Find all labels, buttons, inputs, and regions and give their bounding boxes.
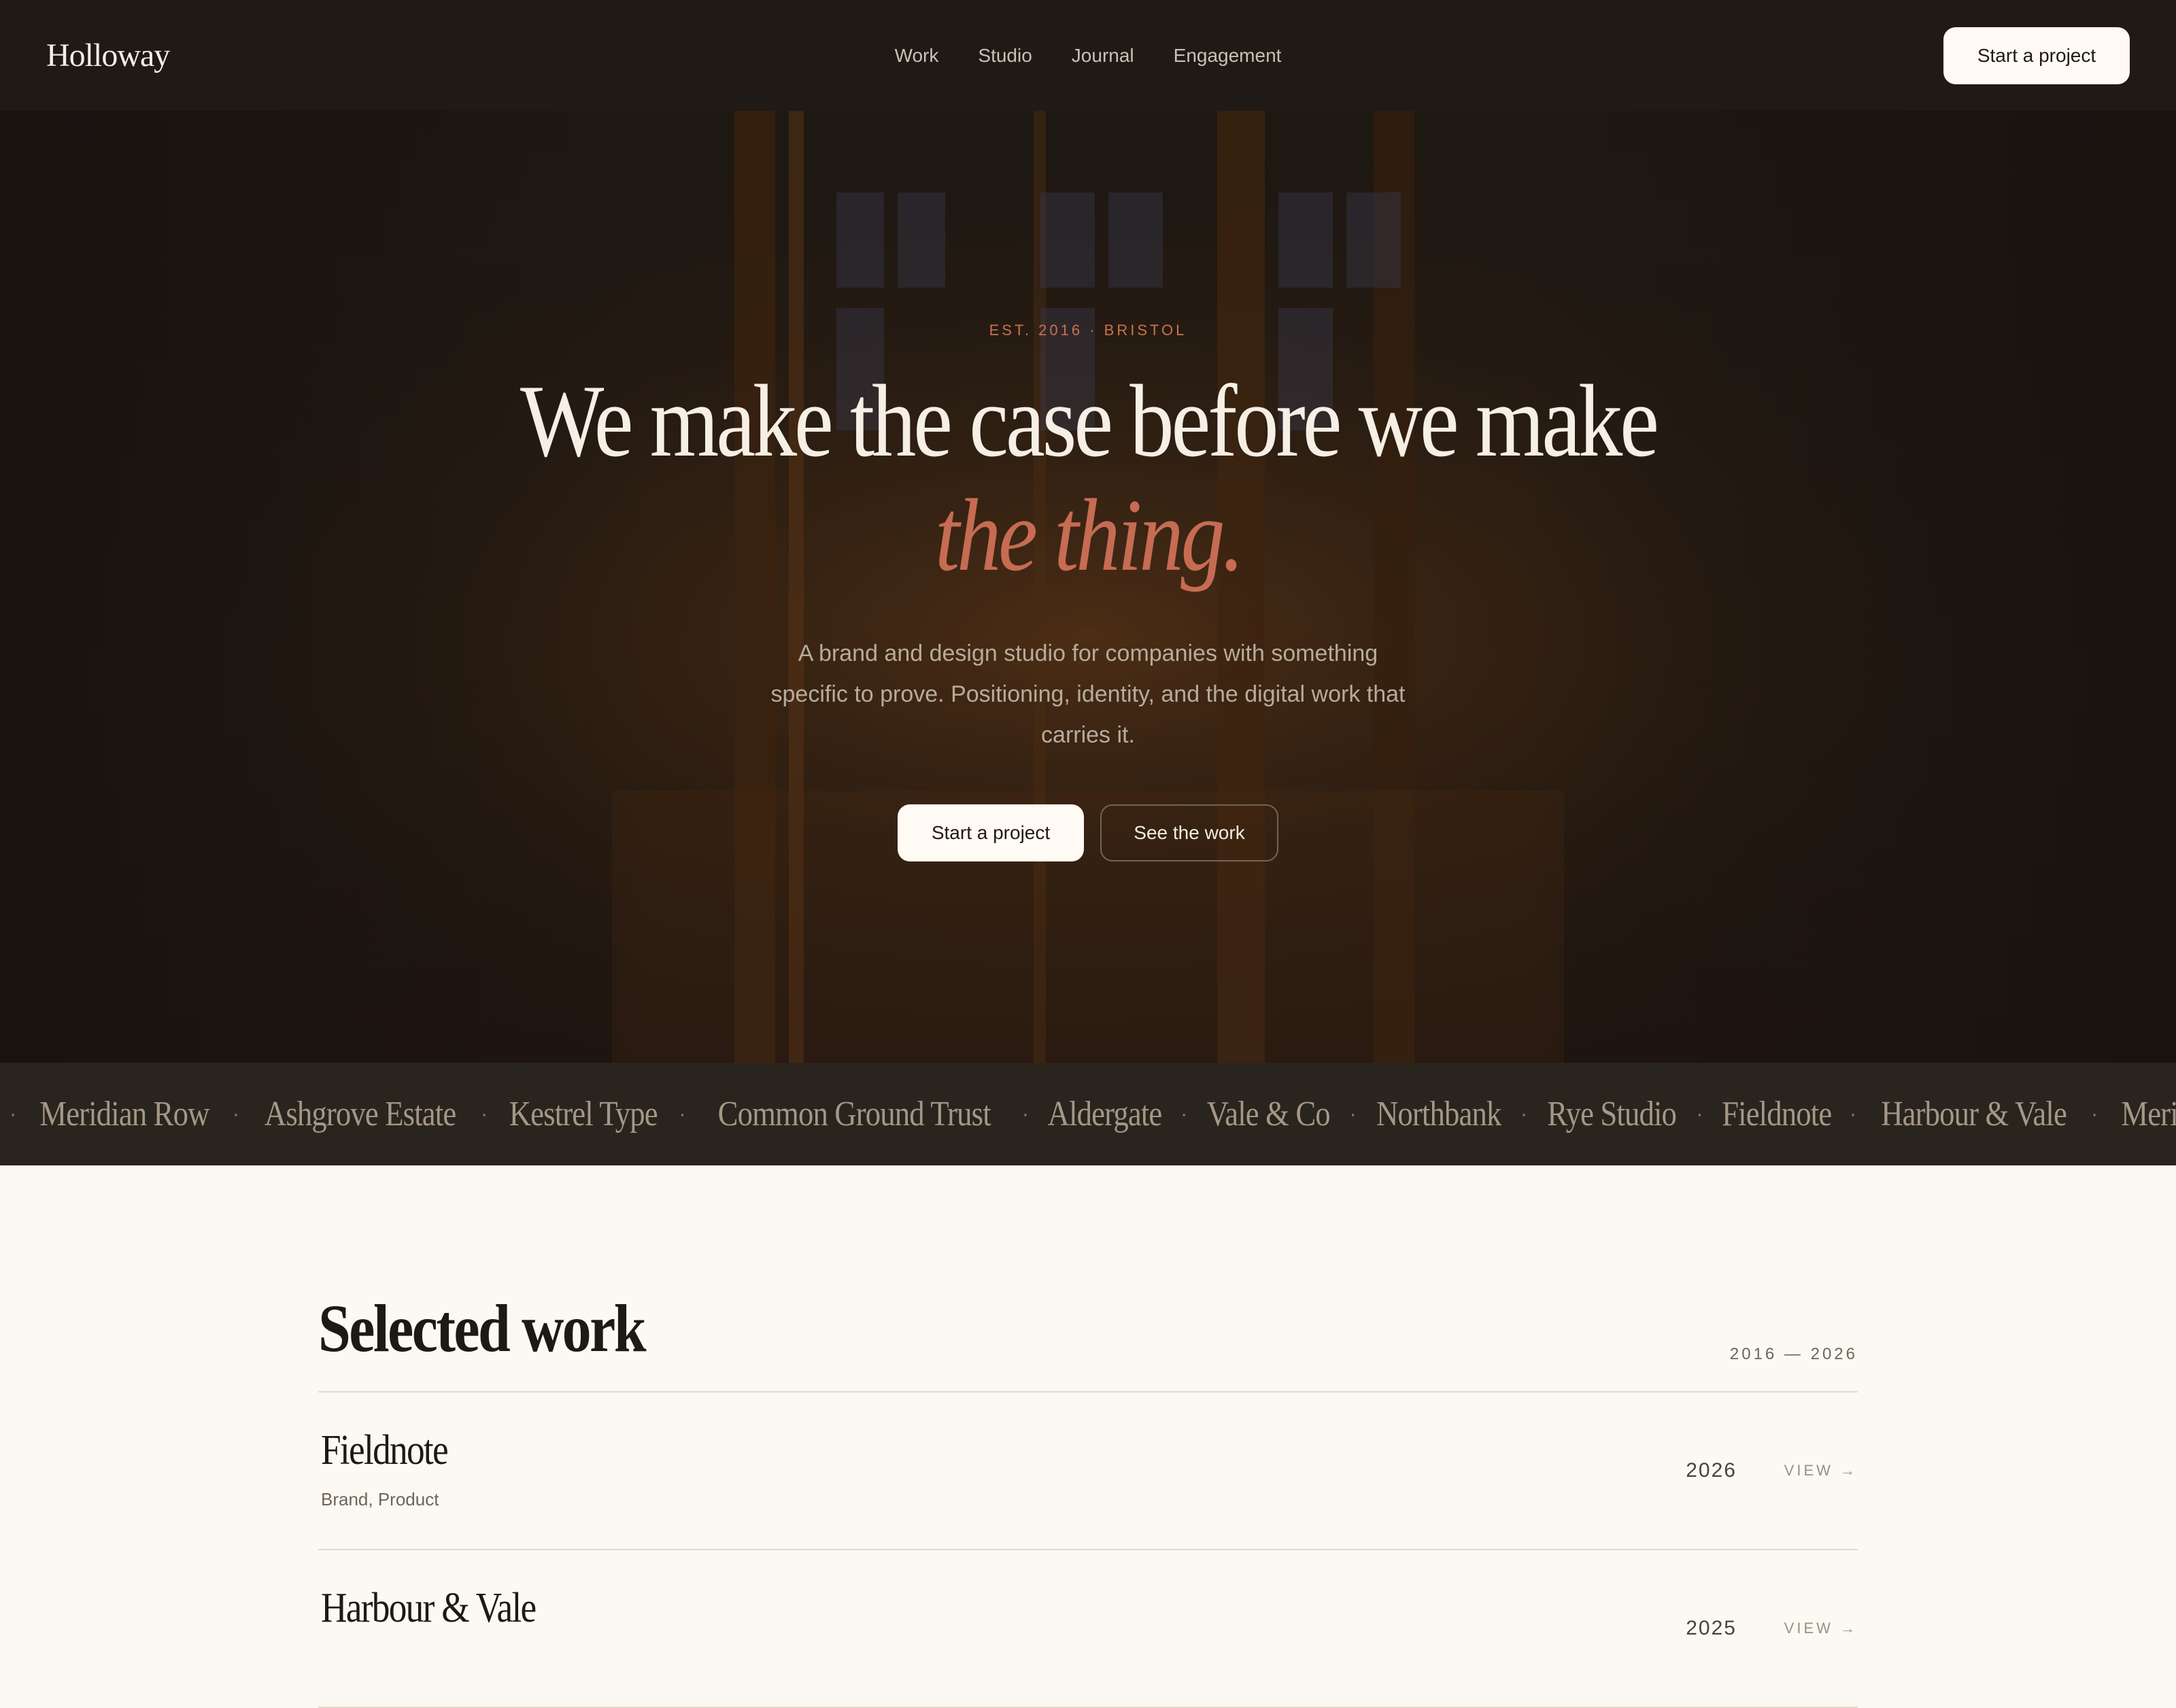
hero-cta-group: Start a project See the work [898,804,1278,861]
nav-start-project-button[interactable]: Start a project [1943,27,2130,84]
hero-see-work-button[interactable]: See the work [1100,804,1278,861]
project-year: 2026 [1686,1459,1737,1482]
separator-dot: · [1021,1102,1029,1125]
hero-headline-main: We make the case before we make [520,364,1659,478]
client-name: Harbour & Vale [1881,1095,2067,1133]
hero-headline: We make the case before we make the thin… [520,364,1659,592]
project-view-link[interactable]: VIEW → [1784,1620,1858,1637]
logo[interactable]: Holloway [46,37,170,74]
project-tags: Brand, Product [321,1489,439,1509]
client-marquee-track: · Meridian Row · Ashgrove Estate · Kestr… [0,1094,2176,1134]
separator-dot: · [1520,1102,1527,1125]
nav-link-work[interactable]: Work [895,45,939,67]
client-name: Meridian Row [2121,1095,2176,1133]
hero-content: EST. 2016 · BRISTOL We make the case bef… [0,111,2176,861]
hero: EST. 2016 · BRISTOL We make the case bef… [0,111,2176,1063]
hero-subtitle: A brand and design studio for companies … [770,640,1406,748]
primary-nav: Work Studio Journal Engagement [0,0,2176,111]
selected-work-header: Selected work 2016 — 2026 [318,1289,1858,1393]
selected-work-title: Selected work [318,1291,647,1366]
hero-headline-accent: the thing. [934,478,1244,592]
project-year: 2025 [1686,1617,1737,1639]
hero-eyebrow: EST. 2016 · BRISTOL [989,322,1187,339]
separator-dot: · [1349,1102,1357,1125]
separator-dot: · [1696,1102,1703,1125]
client-name: Common Ground Trust [717,1095,991,1133]
top-nav: Holloway Work Studio Journal Engagement … [0,0,2176,111]
client-name: Vale & Co [1206,1095,1331,1133]
nav-link-journal[interactable]: Journal [1072,45,1134,67]
separator-dot: · [679,1102,686,1125]
client-marquee: · Meridian Row · Ashgrove Estate · Kestr… [0,1063,2176,1165]
project-name[interactable]: Harbour & Vale [321,1584,537,1633]
client-name: Ashgrove Estate [264,1095,456,1133]
separator-dot: · [1849,1102,1856,1125]
separator-dot: · [2091,1102,2098,1125]
client-name: Aldergate [1047,1095,1163,1133]
selected-work-section: Selected work 2016 — 2026 Fieldnote Bran… [318,1165,1858,1708]
client-name: Fieldnote [1721,1095,1832,1133]
separator-dot: · [481,1102,488,1125]
separator-dot: · [10,1102,16,1125]
project-row[interactable]: Harbour & Vale 2025 VIEW → [318,1550,1858,1708]
separator-dot: · [232,1102,239,1125]
project-view-link[interactable]: VIEW → [1784,1462,1858,1480]
separator-dot: · [1180,1102,1188,1125]
nav-link-engagement[interactable]: Engagement [1174,45,1282,67]
project-row[interactable]: Fieldnote Brand, Product 2026 VIEW → [318,1393,1858,1550]
nav-link-studio[interactable]: Studio [978,45,1032,67]
client-name: Rye Studio [1547,1095,1677,1133]
selected-work-range: 2016 — 2026 [1729,1345,1858,1363]
hero-start-project-button[interactable]: Start a project [898,804,1084,861]
project-name[interactable]: Fieldnote [321,1427,449,1475]
client-name: Meridian Row [39,1095,209,1133]
client-name: Kestrel Type [509,1095,658,1133]
client-name: Northbank [1376,1095,1501,1133]
